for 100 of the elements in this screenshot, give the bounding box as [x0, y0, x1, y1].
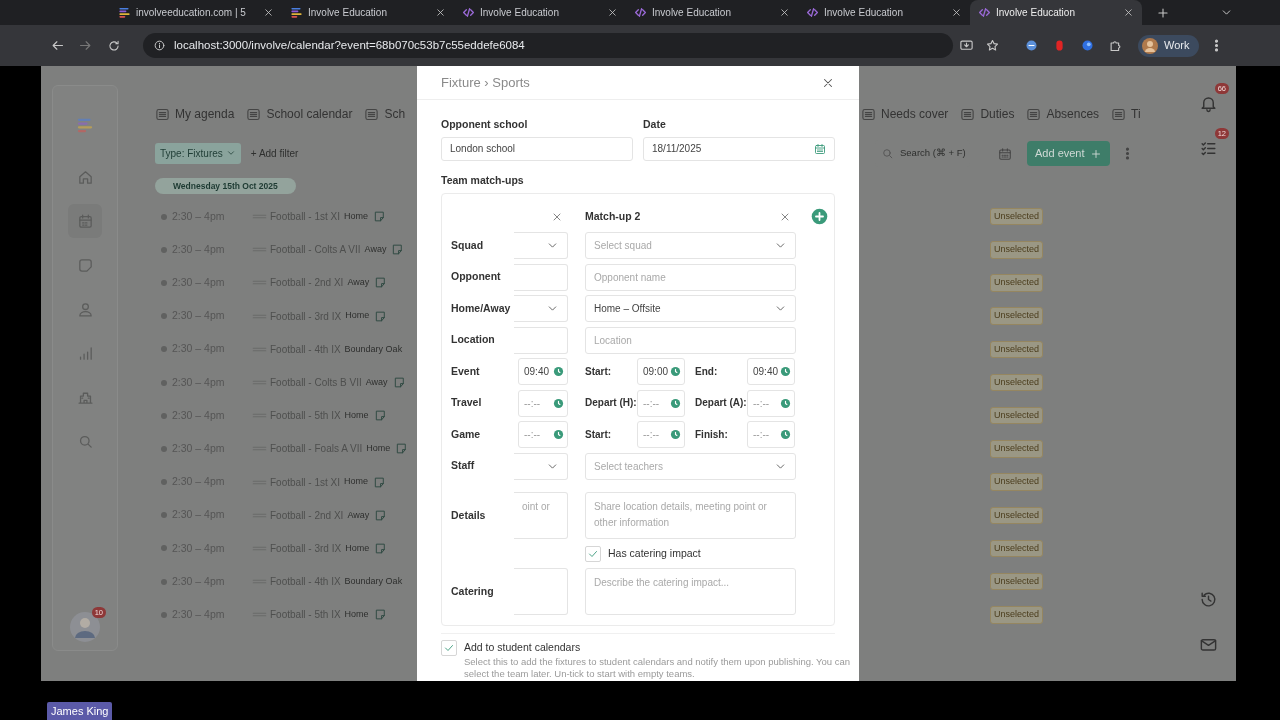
- select-field[interactable]: [514, 295, 568, 322]
- help-text: Select this to add the fixtures to student calendars and notify them upon publishing. You can select the team later. Un-tick to start with empty teams.: [464, 656, 852, 680]
- status-dot: [161, 246, 167, 253]
- checkbox[interactable]: [585, 545, 601, 562]
- venue-label: Home: [345, 541, 370, 555]
- browser-tab[interactable]: Involve Education: [626, 0, 798, 25]
- select-field[interactable]: [514, 232, 568, 259]
- status-badge: Unselected: [990, 241, 1044, 259]
- field-label: Depart (H):: [585, 396, 637, 410]
- venue-label: Away: [347, 276, 370, 290]
- calendar-icon: [1111, 106, 1127, 122]
- browser-tab[interactable]: Involve Education: [970, 0, 1142, 25]
- text-area[interactable]: Share location details, meeting point or other information: [585, 492, 796, 539]
- clock-icon: [780, 366, 791, 377]
- venue-label: Boundary Oak: [344, 574, 403, 588]
- venue-label: Home: [345, 309, 370, 323]
- time-field[interactable]: --:--: [637, 421, 685, 448]
- select-field[interactable]: Home – Offsite: [585, 295, 796, 322]
- clock-icon: [670, 397, 681, 409]
- close-icon[interactable]: [607, 7, 618, 18]
- nav-tab[interactable]: Ti: [1131, 105, 1141, 123]
- star-icon[interactable]: [985, 38, 1000, 53]
- time-field[interactable]: 09:40: [518, 358, 568, 385]
- clock-icon: [670, 366, 681, 377]
- text-field[interactable]: [514, 326, 568, 354]
- time-field[interactable]: --:--: [518, 421, 568, 448]
- text-field[interactable]: Opponent name: [585, 263, 796, 291]
- select-field[interactable]: Select teachers: [585, 452, 796, 480]
- nav-tab[interactable]: School calendar: [266, 105, 353, 123]
- new-tab-icon[interactable]: [1156, 5, 1170, 20]
- text-area[interactable]: Describe the catering impact...: [585, 568, 796, 615]
- nav-tab[interactable]: Sch: [384, 105, 406, 123]
- time-field[interactable]: --:--: [747, 421, 795, 448]
- select-field[interactable]: Select squad: [585, 232, 796, 259]
- date-field[interactable]: 18/11/2025: [643, 136, 835, 161]
- nav-tab[interactable]: Needs cover: [881, 105, 949, 123]
- text-field[interactable]: Location: [585, 326, 796, 354]
- venue-label: Home: [366, 442, 391, 456]
- venue-label: Home: [344, 408, 369, 422]
- plus-icon: [1089, 147, 1102, 160]
- status-dot: [161, 279, 167, 286]
- clock-icon: [553, 397, 564, 409]
- extensions-icon[interactable]: [1108, 38, 1123, 53]
- status-dot: [161, 578, 167, 585]
- text-area[interactable]: oint or: [514, 492, 568, 539]
- text-field[interactable]: [514, 263, 568, 291]
- venue-label: Away: [365, 375, 388, 389]
- time-field[interactable]: 09:40: [747, 358, 795, 385]
- time-field[interactable]: --:--: [518, 389, 568, 417]
- calendar-icon: [814, 142, 826, 155]
- chat-icon[interactable]: [76, 256, 94, 274]
- checkbox-label[interactable]: Has catering impact: [608, 545, 701, 562]
- reload-icon[interactable]: [107, 38, 121, 53]
- select-field[interactable]: [514, 452, 568, 480]
- nav-tab[interactable]: Absences: [1046, 105, 1100, 123]
- status-badge: Unselected: [990, 207, 1044, 226]
- status-badge: Unselected: [990, 307, 1044, 325]
- close-icon[interactable]: [263, 7, 274, 18]
- clock-icon: [553, 366, 564, 377]
- time-field[interactable]: 09:00: [637, 358, 685, 385]
- code-icon: [634, 6, 647, 19]
- text-area[interactable]: [514, 568, 568, 615]
- back-icon[interactable]: [50, 38, 65, 53]
- extension-icon[interactable]: [1024, 38, 1039, 53]
- home-icon[interactable]: [76, 168, 94, 186]
- nav-tab[interactable]: Duties: [980, 105, 1015, 123]
- close-icon[interactable]: [779, 7, 790, 18]
- field-label: Finish:: [695, 427, 729, 442]
- browser-tab[interactable]: Involve Education: [454, 0, 626, 25]
- text-field[interactable]: London school: [441, 136, 633, 161]
- browser-tab[interactable]: involveeducation.com | 5: [110, 0, 282, 25]
- forward-icon[interactable]: [78, 38, 93, 53]
- calendar-icon[interactable]: [76, 212, 94, 230]
- install-icon[interactable]: [959, 38, 974, 53]
- checkbox-label[interactable]: Add to student calendars: [464, 640, 581, 656]
- profile-button[interactable]: Work: [1138, 34, 1200, 57]
- time-field[interactable]: --:--: [637, 389, 685, 417]
- time-field[interactable]: --:--: [747, 389, 795, 417]
- extension-icon[interactable]: [1080, 38, 1095, 53]
- calendar-icon: [246, 106, 262, 122]
- browser-tab[interactable]: Involve Education: [798, 0, 970, 25]
- add-filter-link[interactable]: + Add filter: [250, 145, 299, 161]
- checkbox[interactable]: [441, 640, 457, 656]
- history-icon[interactable]: [1198, 589, 1218, 609]
- close-icon[interactable]: [951, 7, 962, 18]
- nav-tab[interactable]: My agenda: [175, 105, 235, 123]
- close-icon[interactable]: [1123, 7, 1134, 18]
- address-bar[interactable]: localhost:3000/involve/calendar?event=68b070c53b7c55eddefe6084: [143, 33, 953, 58]
- field-label: Travel: [451, 395, 482, 411]
- status-badge: Unselected: [990, 506, 1044, 525]
- add-icon[interactable]: [811, 208, 828, 225]
- field-label: Opponent: [451, 269, 501, 285]
- calendar-icon: [155, 106, 170, 122]
- close-icon[interactable]: [435, 7, 446, 18]
- browser-tab[interactable]: Involve Education: [282, 0, 454, 25]
- status-badge: Unselected: [990, 539, 1044, 558]
- person-icon[interactable]: [76, 300, 94, 318]
- add-event-button[interactable]: Add event: [1027, 141, 1110, 166]
- clock-icon: [670, 429, 681, 440]
- filter-chip[interactable]: Type: Fixtures: [155, 142, 241, 164]
